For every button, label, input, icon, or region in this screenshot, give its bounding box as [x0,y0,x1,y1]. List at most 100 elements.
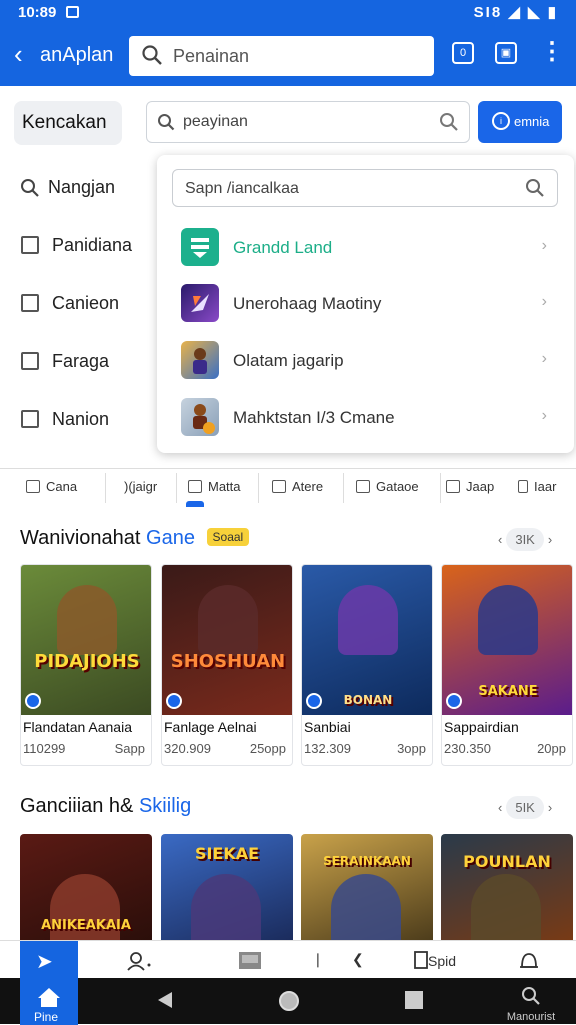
suggestion-item[interactable]: Mahktstan I/3 Cmane › [181,398,551,438]
tab-label: Gataoe [376,479,419,494]
checkbox[interactable] [21,352,39,370]
game-cover-image: PIDAJIOHS [21,565,151,715]
green-app-icon [181,228,219,266]
home-tab-extension[interactable]: Pine [20,978,78,1024]
game-card[interactable]: SAKANE Sappairdian 230.350 20pp [441,564,573,766]
tab-label: Atere [292,479,324,494]
more-options-icon[interactable]: ⋮ [540,40,564,64]
next-icon[interactable]: › [548,800,552,815]
tab-matta[interactable]: Matta [188,479,241,494]
nav-home-label: Pine [34,1010,59,1024]
home-circle-icon[interactable] [278,990,300,1017]
game-card[interactable]: SHOSHUAN Fanlage Aelnai 320.909 25opp [161,564,293,766]
nav-tablet[interactable] [238,951,262,974]
top-search-input[interactable]: Penainan [129,36,434,76]
back-icon[interactable]: ‹ [14,40,23,68]
search-icon[interactable] [525,178,545,203]
filter-search-input[interactable]: peayinan [146,101,470,143]
game-name: Flandatan Aanaia [23,719,132,735]
category-tabs: Cana )(jaigr Matta Atere Gataoe Jaap Iaa… [0,468,576,507]
tab-iaar[interactable]: Iaar [518,479,556,494]
hero-game-icon [181,341,219,379]
game-card[interactable]: BONAN Sanbiai 132.309 3opp [301,564,433,766]
nav-profile[interactable] [126,951,152,974]
dropdown-search-input[interactable]: Sapn /iancalkaa [172,169,558,207]
nav-back[interactable]: ❮ [352,951,364,968]
status-icons: ЅӀ8 ◢ ◣ ▮ [473,4,558,21]
chevron-right-icon: › [541,237,547,254]
suggestion-label: Mahktstan I/3 Cmane [233,408,395,427]
section-title-main: Ganciiian h& [20,795,134,817]
system-search-label: Manourist [506,1011,556,1023]
tab-gataoe[interactable]: Gataoe [356,479,419,494]
nav-store[interactable]: Spid [414,951,456,969]
checkbox[interactable] [21,410,39,428]
top-search-placeholder: Penainan [173,46,250,66]
game-card[interactable]: POUNLAN [441,834,573,944]
game-card[interactable]: PIDAJIOHS Flandatan Aanaia 110299 Sapp [20,564,152,766]
next-icon[interactable]: › [548,532,552,547]
status-time: 10:89 [18,4,57,21]
game-count: 132.309 [304,741,351,756]
tab-cana[interactable]: Cana [26,479,77,494]
document-icon [414,951,428,969]
section-pager[interactable]: ‹ 3IK › [498,528,552,551]
search-icon [20,178,40,203]
checkbox[interactable] [21,294,39,312]
tab-label: Cana [46,479,78,494]
bookmark-icon[interactable]: ▣ [495,42,517,64]
prev-icon[interactable]: ‹ [498,800,502,815]
game-card[interactable]: SIEKAE [161,834,293,944]
game-cover-image: BONAN [302,565,432,715]
game-count: 230.350 [444,741,491,756]
filter-apply-button[interactable]: i emnia [478,101,562,143]
warrior-game-icon [181,398,219,436]
purple-game-icon [181,284,219,322]
verified-icon [306,693,322,709]
section-title-main: Wanivionahat [20,527,141,549]
recents-square-icon[interactable] [404,990,424,1015]
rocket-icon: ➤ [36,951,53,973]
suggestion-item[interactable]: Grandd Land › [181,228,551,268]
game-logo: SHOSHUAN [170,651,286,672]
back-triangle-icon[interactable] [156,990,174,1015]
tab-jaigr[interactable]: )(jaigr [124,479,157,494]
section-pager[interactable]: ‹ 5IK › [498,796,552,819]
app-title: anAplan [40,44,114,66]
bottom-navigation: ➤ ❘ ❮ Spid [0,940,576,1025]
checkbox[interactable] [21,236,39,254]
tab-atere[interactable]: Atere [272,479,323,494]
suggestion-item[interactable]: Olatam jagarip › [181,341,551,381]
user-icon [127,952,151,971]
tab-jaap[interactable]: Jaap [446,479,494,494]
notification-bell-icon[interactable]: 0 [452,42,474,64]
verified-icon [166,693,182,709]
game-logo: SERAINKAAN [323,854,411,868]
suggestion-item[interactable]: Unerohaag Maotiny › [181,284,551,324]
game-card[interactable]: ANIKEAKAIA [20,834,152,944]
game-size: 3opp [397,741,426,756]
game-size: 20pp [537,741,566,756]
system-search[interactable]: Manourist [496,986,566,1023]
game-cover-image: SAKANE [442,565,572,715]
prev-icon[interactable]: ‹ [498,532,502,547]
game-card[interactable]: SERAINKAAN [301,834,433,944]
game-size: 25opp [249,741,286,756]
section-title-accent: Skiilig [138,795,192,817]
filter-apply-label: emnia [514,114,550,129]
filter-chip[interactable]: Kencakan [14,101,122,145]
status-bar: 10:89 ЅӀ8 ◢ ◣ ▮ [0,0,576,26]
search-suggestions-dropdown: Sapn /iancalkaa Grandd Land › Unerohaag … [157,155,574,453]
game-name: Sanbiai [304,719,351,735]
search-icon[interactable] [439,112,459,137]
nav-alerts[interactable] [518,951,540,974]
side-filter-label: Faraga [52,351,110,371]
card-icon [446,480,460,493]
suggestion-label: Unerohaag Maotiny [233,294,382,313]
home-icon [38,988,60,1007]
game-logo: SAKANE [478,684,538,699]
list-icon [356,480,370,493]
section-title-accent: Gane [146,527,195,549]
tab-label: Iaar [534,479,557,494]
chevron-right-icon: › [541,350,547,367]
